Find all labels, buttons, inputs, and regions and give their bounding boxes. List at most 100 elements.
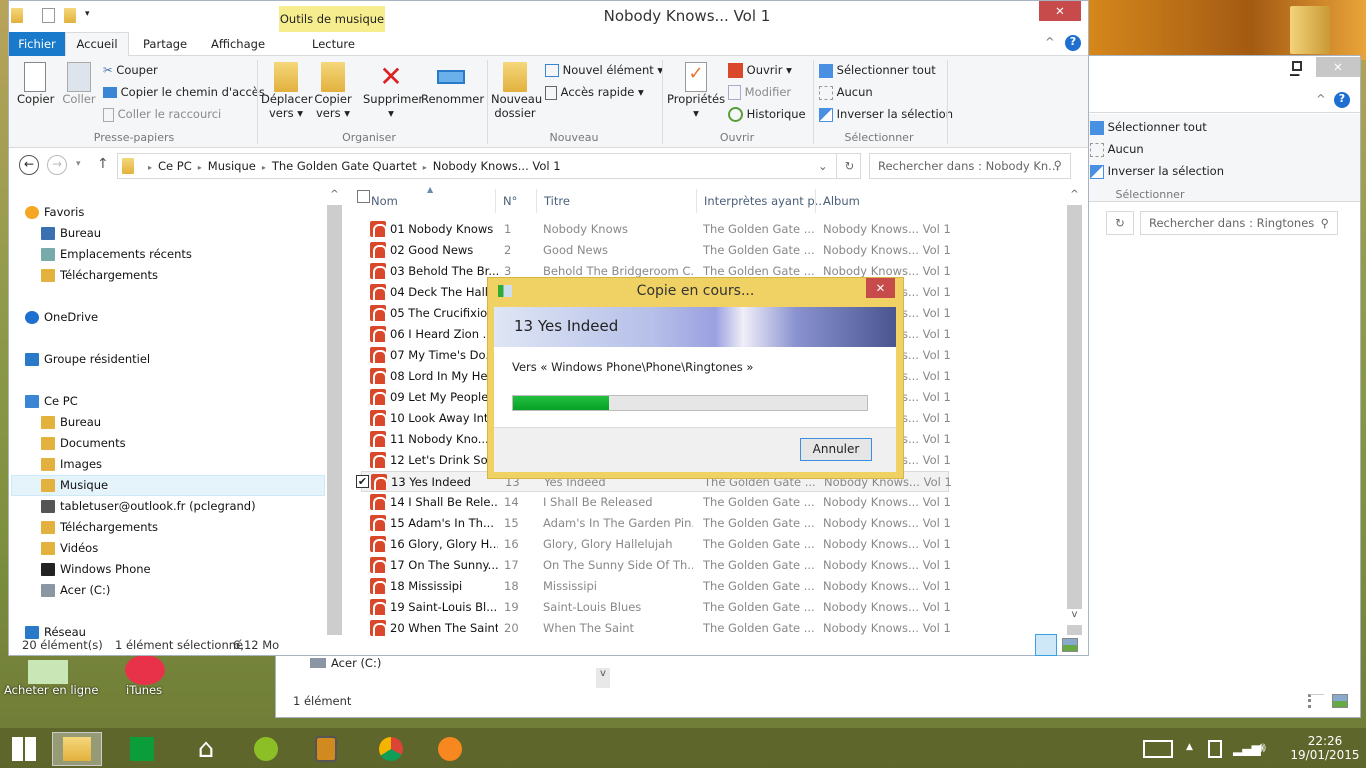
tab-partage[interactable]: Partage	[143, 37, 187, 51]
nav-item[interactable]: tabletuser@outlook.fr (pclegrand)	[41, 496, 256, 516]
nav-item[interactable]: Documents	[41, 433, 126, 453]
breadcrumb-separator-icon[interactable]: ▸	[262, 163, 266, 172]
address-history-icon[interactable]: ⌄	[818, 159, 828, 173]
desktop-folder-icon[interactable]	[1290, 6, 1330, 54]
refresh-button[interactable]: ↻	[836, 154, 862, 178]
address-bar[interactable]: ▸ Ce PC ▸ Musique ▸ The Golden Gate Quartet ▸ N…	[117, 153, 861, 179]
nav-item[interactable]: Groupe résidentiel	[25, 349, 150, 369]
file-row[interactable]: 16 Glory, Glory H... 16 Glory, Glory Halle…	[361, 534, 951, 555]
select-all-button[interactable]: Sélectionner tout	[1090, 120, 1207, 135]
breadcrumb-item[interactable]: Ce PC	[158, 159, 192, 173]
battery-icon[interactable]	[1208, 740, 1222, 758]
close-button[interactable]: ✕	[866, 278, 895, 298]
nav-item[interactable]: Favoris	[25, 202, 84, 222]
scroll-down-button[interactable]: v	[596, 668, 610, 688]
new-item-button[interactable]: Nouvel élément ▾	[545, 63, 663, 77]
breadcrumb-item[interactable]: Nobody Knows... Vol 1	[433, 159, 561, 173]
chrome-icon[interactable]	[373, 732, 409, 766]
breadcrumb-item[interactable]: Musique	[208, 159, 256, 173]
history-button[interactable]: Historique	[728, 107, 806, 122]
touch-keyboard-icon[interactable]	[1143, 740, 1173, 758]
notes-icon[interactable]	[308, 732, 344, 766]
select-all-button[interactable]: Sélectionner tout	[819, 63, 936, 78]
desktop-icon-label[interactable]: Acheter en ligne	[4, 683, 98, 697]
nav-item[interactable]: Téléchargements	[41, 517, 158, 537]
list-scrollbar[interactable]: ^ v	[1067, 189, 1082, 635]
customize-quick-access-icon[interactable]: ▾	[85, 9, 90, 19]
shop-shortcut-icon[interactable]	[28, 660, 68, 684]
help-icon[interactable]: ?	[1334, 92, 1350, 108]
file-row[interactable]: 02 Good News 2 Good News The Golden Gate ..…	[361, 240, 951, 261]
close-button[interactable]: ✕	[1039, 1, 1081, 21]
large-icons-view-icon[interactable]	[1332, 694, 1348, 708]
collapse-ribbon-icon[interactable]: ^	[1045, 35, 1055, 49]
copy-button[interactable]: Copier	[17, 62, 54, 106]
desktop-icon-label[interactable]: iTunes	[126, 683, 162, 697]
breadcrumb-separator-icon[interactable]: ▸	[198, 163, 202, 172]
cancel-button[interactable]: Annuler	[800, 438, 872, 461]
show-hidden-icons-button[interactable]: ▲	[1186, 742, 1193, 752]
collapse-ribbon-icon[interactable]: ^	[1316, 92, 1326, 106]
file-row[interactable]: 20 When The Saint 20 When The Saint The Gol…	[361, 618, 951, 639]
back-button[interactable]: ←	[19, 155, 39, 175]
move-to-button[interactable]: Déplacer vers ▾	[261, 62, 313, 120]
open-button[interactable]: Ouvrir ▾	[728, 63, 792, 78]
file-row[interactable]: 01 Nobody Knows 1 Nobody Knows The Golden G…	[361, 219, 951, 240]
store-icon[interactable]	[124, 732, 160, 766]
rename-button[interactable]: Renommer	[421, 62, 484, 106]
nav-item[interactable]: Musique	[41, 475, 108, 495]
edit-button[interactable]: Modifier	[728, 85, 791, 100]
refresh-button[interactable]: ↻	[1106, 211, 1134, 235]
file-row[interactable]: 15 Adam's In Th... 15 Adam's In The Garden…	[361, 513, 951, 534]
breadcrumb-separator-icon[interactable]: ▸	[148, 163, 152, 172]
column-divider[interactable]	[696, 189, 697, 213]
details-view-button[interactable]	[1035, 634, 1057, 656]
search-input[interactable]: Rechercher dans : Nobody Kn... ⚲	[869, 153, 1071, 179]
nav-item[interactable]: Images	[41, 454, 102, 474]
volume-icon[interactable]: 🔊︎	[1257, 740, 1266, 756]
tab-lecture[interactable]: Lecture	[312, 37, 355, 51]
select-none-button[interactable]: Aucun	[1090, 142, 1144, 157]
nav-item[interactable]: Emplacements récents	[41, 244, 192, 264]
forward-button[interactable]: →	[47, 155, 67, 175]
nav-item[interactable]: Acer (C:)	[41, 580, 110, 600]
tab-affichage[interactable]: Affichage	[211, 37, 265, 51]
new-folder-button[interactable]: Nouveau dossier	[491, 62, 542, 120]
nav-item-drive[interactable]: Acer (C:)	[331, 656, 381, 670]
invert-selection-button[interactable]: Inverser la sélection	[1090, 164, 1224, 179]
itunes-shortcut-icon[interactable]	[125, 655, 165, 685]
paste-button[interactable]: Coller	[61, 62, 97, 106]
copy-path-button[interactable]: Copier le chemin d'accès	[103, 85, 265, 99]
avast-icon[interactable]	[432, 732, 468, 766]
up-button[interactable]: ↑	[97, 156, 109, 172]
tab-fichier[interactable]: Fichier	[9, 32, 65, 56]
tab-accueil[interactable]: Accueil	[65, 32, 129, 56]
column-divider[interactable]	[536, 189, 537, 213]
nav-item[interactable]: OneDrive	[25, 307, 98, 327]
row-checkbox[interactable]: ✔	[356, 475, 369, 488]
nav-item[interactable]: Vidéos	[41, 538, 98, 558]
nav-item[interactable]: Bureau	[41, 412, 101, 432]
clock[interactable]: 22:26 19/01/2015	[1290, 734, 1360, 762]
details-view-icon[interactable]	[1308, 694, 1324, 708]
breadcrumb-separator-icon[interactable]: ▸	[423, 163, 427, 172]
column-divider[interactable]	[495, 189, 496, 213]
search-input[interactable]: Rechercher dans : Ringtones ⚲	[1140, 211, 1338, 235]
spotify-icon[interactable]	[248, 732, 284, 766]
maximize-button[interactable]	[1292, 61, 1302, 71]
nav-scrollbar[interactable]: ^	[327, 189, 342, 635]
select-none-button[interactable]: Aucun	[819, 85, 873, 100]
nav-item[interactable]: Téléchargements	[41, 265, 158, 285]
nav-item[interactable]: Windows Phone	[41, 559, 151, 579]
recent-locations-button[interactable]: ▾	[76, 159, 81, 169]
select-all-checkbox[interactable]	[357, 190, 370, 203]
column-header[interactable]: N°	[503, 194, 517, 208]
invert-selection-button[interactable]: Inverser la sélection	[819, 107, 953, 122]
column-header[interactable]: Interprètes ayant p...	[704, 194, 826, 208]
nav-item[interactable]: Ce PC	[25, 391, 78, 411]
paste-shortcut-button[interactable]: Coller le raccourci	[103, 107, 221, 122]
help-icon[interactable]: ?	[1065, 35, 1081, 51]
copy-to-button[interactable]: Copier vers ▾	[313, 62, 353, 120]
close-button[interactable]: ✕	[1316, 57, 1360, 77]
column-header[interactable]: Nom	[371, 194, 398, 208]
